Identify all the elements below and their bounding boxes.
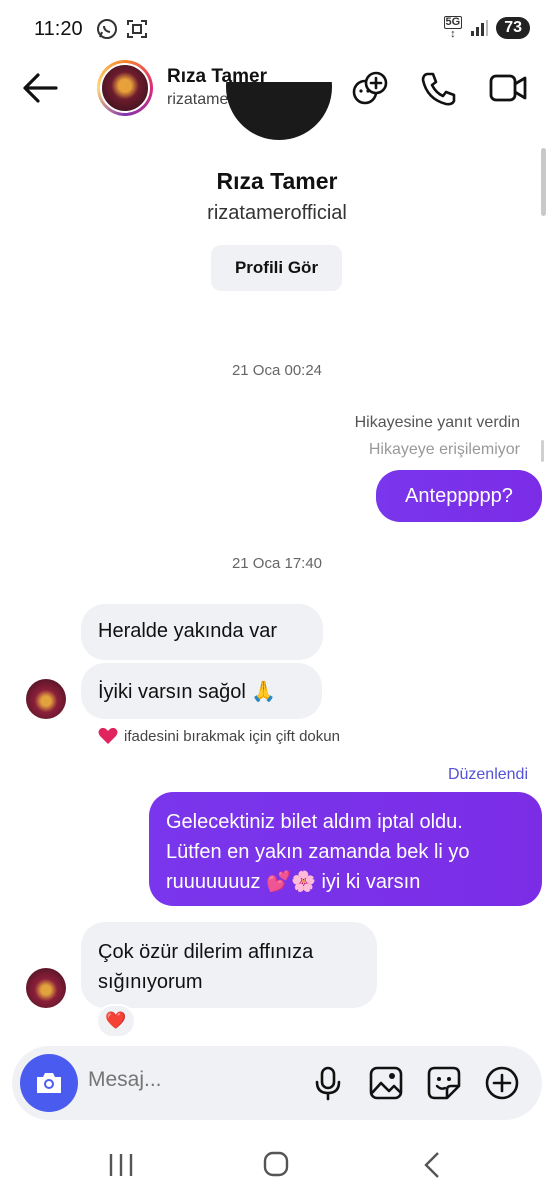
edited-label[interactable]: Düzenlendi	[448, 766, 528, 784]
double-tap-hint: ifadesini bırakmak için çift dokun	[98, 727, 340, 745]
microphone-icon[interactable]	[310, 1065, 346, 1101]
message-reaction[interactable]: ❤️	[96, 1004, 136, 1038]
double-tap-hint-text: ifadesini bırakmak için çift dokun	[124, 727, 340, 745]
story-unavailable-note: Hikayeye erişilemiyor	[368, 441, 520, 458]
profile-avatar[interactable]	[226, 82, 332, 140]
signal-icon	[471, 20, 489, 36]
recent-apps-icon[interactable]	[101, 1150, 141, 1180]
message-composer	[12, 1046, 542, 1120]
profile-username: rizatamerofficial	[207, 202, 347, 224]
video-call-icon[interactable]	[488, 70, 528, 106]
heart-icon	[98, 727, 118, 744]
status-time: 11:20	[34, 18, 83, 40]
message-incoming[interactable]: Çok özür dilerim affınıza sığınıyorum	[81, 922, 377, 1008]
battery-indicator: 73	[496, 17, 530, 39]
gallery-icon[interactable]	[368, 1065, 404, 1101]
profile-name: Rıza Tamer	[216, 168, 338, 194]
view-profile-button[interactable]: Profili Gör	[211, 245, 342, 291]
home-icon[interactable]	[256, 1150, 296, 1180]
add-people-icon[interactable]	[350, 70, 390, 106]
sticker-icon[interactable]	[426, 1065, 462, 1101]
message-input[interactable]	[88, 1068, 288, 1092]
reaction-emoji: ❤️	[105, 1011, 127, 1030]
add-plus-icon[interactable]	[484, 1065, 520, 1101]
sender-avatar[interactable]	[26, 968, 66, 1008]
message-incoming[interactable]: İyiki varsın sağol 🙏	[81, 663, 322, 719]
system-back-icon[interactable]	[412, 1150, 452, 1180]
reply-indicator-line	[541, 440, 544, 462]
timestamp: 21 Oca 00:24	[231, 362, 323, 379]
whatsapp-icon	[97, 19, 117, 39]
screenshot-icon	[127, 20, 147, 38]
message-outgoing[interactable]: Gelecektiniz bilet aldım iptal oldu. Lüt…	[149, 792, 542, 906]
header-avatar[interactable]	[97, 60, 153, 116]
phone-call-icon[interactable]	[418, 70, 458, 106]
sender-avatar[interactable]	[26, 679, 66, 719]
system-navbar	[0, 1130, 554, 1200]
camera-button[interactable]	[20, 1054, 78, 1112]
timestamp: 21 Oca 17:40	[231, 555, 323, 572]
story-reply-note: Hikayesine yanıt verdin	[354, 414, 520, 431]
camera-icon	[37, 1073, 61, 1093]
message-outgoing[interactable]: Anteppppp?	[376, 470, 542, 522]
message-incoming[interactable]: Heralde yakında var	[81, 604, 323, 660]
status-bar: 11:20 5G ↕ 73	[0, 0, 554, 56]
network-indicator: 5G ↕	[443, 16, 463, 40]
scrollbar-thumb[interactable]	[541, 148, 546, 216]
back-arrow-icon[interactable]	[20, 70, 60, 106]
